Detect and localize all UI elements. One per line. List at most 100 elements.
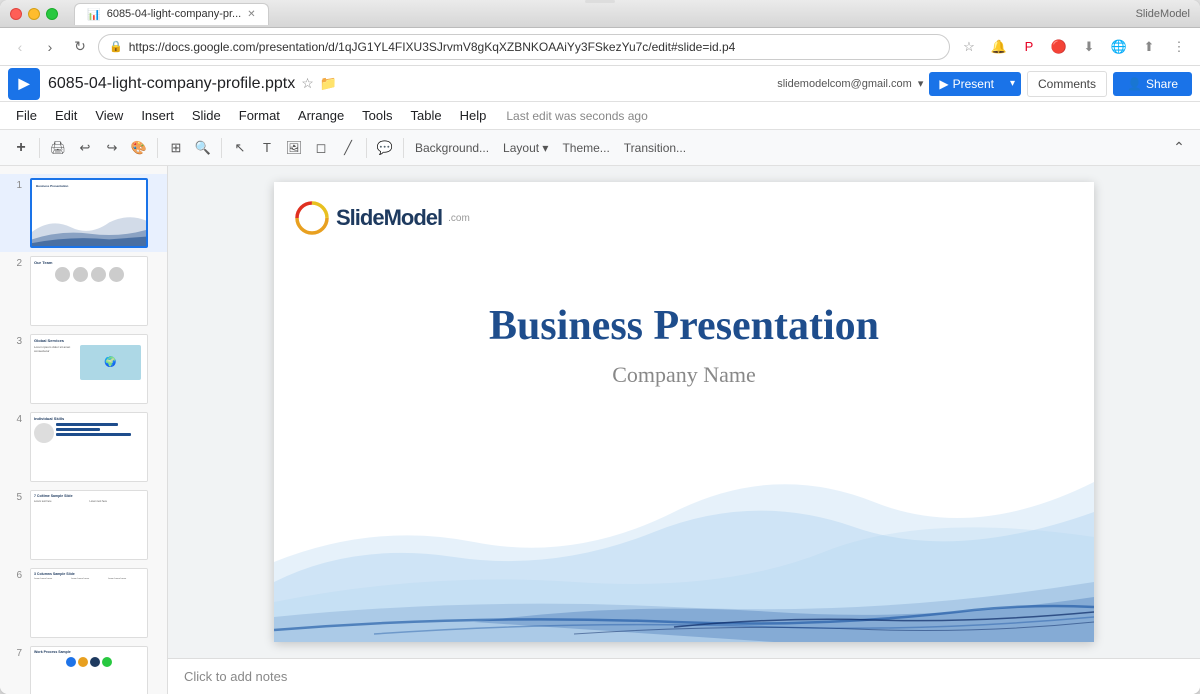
transition-button[interactable]: Transition... [618, 135, 692, 161]
present-button-group: ▶ Present ▾ [929, 72, 1021, 96]
fit-button[interactable]: ⊞ [163, 135, 189, 161]
present-label: Present [953, 77, 994, 91]
slide-item-3[interactable]: 3 Global Services Lorem ipsum dolor sit … [0, 330, 167, 408]
close-button[interactable] [10, 8, 22, 20]
slide-item-6[interactable]: 6 3 Columns Sample Slide Lorem Lorem Lor… [0, 564, 167, 642]
slide-canvas[interactable]: SlideModel.com Business Presentation Com… [274, 182, 1094, 642]
extension2-icon[interactable]: 🌐 [1106, 34, 1132, 60]
slide-number-4: 4 [8, 414, 22, 425]
toolbar: + 🖨 ↩ ↪ 🎨 ⊞ 🔍 ↖ T 🖼 ◻ ╱ 💬 Background... … [0, 130, 1200, 166]
slide-thumbnail-6[interactable]: 3 Columns Sample Slide Lorem Lorem Lorem… [30, 568, 148, 638]
title-bar: 📊 6085-04-light-company-pr... ✕ SlideMod… [0, 0, 1200, 28]
slide-item-7[interactable]: 7 Work Process Sample [0, 642, 167, 694]
slide-thumbnail-4[interactable]: Individual Skills [30, 412, 148, 482]
theme-button[interactable]: Theme... [556, 135, 615, 161]
app-logo: ▶ [8, 68, 40, 100]
star-icon[interactable]: ☆ [301, 75, 314, 92]
slide-number-1: 1 [8, 180, 22, 191]
divider-3 [221, 138, 222, 158]
canvas-area: SlideModel.com Business Presentation Com… [168, 166, 1200, 694]
url-text: https://docs.google.com/presentation/d/1… [129, 40, 939, 54]
menu-table[interactable]: Table [403, 105, 450, 126]
tab-bar: 📊 6085-04-light-company-pr... ✕ [74, 3, 1130, 25]
present-button[interactable]: ▶ Present [929, 72, 1004, 96]
slide-wave-graphic [274, 382, 1094, 642]
text-tool[interactable]: T [254, 135, 280, 161]
divider-5 [403, 138, 404, 158]
last-edit-status: Last edit was seconds ago [506, 109, 647, 123]
maximize-button[interactable] [46, 8, 58, 20]
redo-button[interactable]: ↪ [99, 135, 125, 161]
user-email: slidemodelcom@gmail.com [777, 78, 912, 90]
menu-slide[interactable]: Slide [184, 105, 229, 126]
slide-number-7: 7 [8, 648, 22, 659]
image-tool[interactable]: 🖼 [281, 135, 307, 161]
header-right-buttons: slidemodelcom@gmail.com ▾ ▶ Present ▾ Co… [777, 71, 1192, 97]
lock-icon: 🔒 [109, 40, 123, 53]
slides-panel: 1 Business Presentation 2 [0, 166, 168, 694]
menu-tools[interactable]: Tools [354, 105, 400, 126]
share-button[interactable]: 👤 Share [1113, 72, 1192, 96]
file-name: 6085-04-light-company-profile.pptx [48, 75, 295, 93]
slide-item-5[interactable]: 5 7 Coltime Sample Slide Lorem text here… [0, 486, 167, 564]
menu-help[interactable]: Help [452, 105, 495, 126]
notification-icon[interactable]: 🔔 [986, 34, 1012, 60]
add-button[interactable]: + [8, 135, 34, 161]
line-tool[interactable]: ╱ [335, 135, 361, 161]
menu-view[interactable]: View [87, 105, 131, 126]
address-bar[interactable]: 🔒 https://docs.google.com/presentation/d… [98, 34, 950, 60]
select-tool[interactable]: ↖ [227, 135, 253, 161]
slide-item-1[interactable]: 1 Business Presentation [0, 174, 167, 252]
minimize-button[interactable] [28, 8, 40, 20]
toolbar-group-print: 🖨 ↩ ↪ 🎨 [45, 135, 152, 161]
present-dropdown-button[interactable]: ▾ [1004, 72, 1021, 96]
folder-icon[interactable]: 📁 [320, 75, 337, 92]
browser-window: 📊 6085-04-light-company-pr... ✕ SlideMod… [0, 0, 1200, 694]
slidemodel-logo-icon [294, 200, 330, 236]
comment-tool[interactable]: 💬 [372, 135, 398, 161]
layout-button[interactable]: Layout ▾ [497, 135, 554, 161]
toolbar-group-tools: ↖ T 🖼 ◻ ╱ [227, 135, 361, 161]
user-caret[interactable]: ▾ [918, 77, 924, 90]
forward-button[interactable]: › [38, 35, 62, 59]
paint-format-button[interactable]: 🎨 [126, 135, 152, 161]
download-icon[interactable]: ⬇ [1076, 34, 1102, 60]
zoom-button[interactable]: 🔍 [190, 135, 216, 161]
slide-logo-area: SlideModel .com [294, 200, 470, 236]
undo-button[interactable]: ↩ [72, 135, 98, 161]
menu-edit[interactable]: Edit [47, 105, 85, 126]
comments-button[interactable]: Comments [1027, 71, 1107, 97]
slide-thumbnail-3[interactable]: Global Services Lorem ipsum dolor sit am… [30, 334, 148, 404]
background-button[interactable]: Background... [409, 135, 495, 161]
logo-com: .com [448, 213, 470, 224]
slide-item-2[interactable]: 2 Our Team [0, 252, 167, 330]
slide-thumbnail-2[interactable]: Our Team [30, 256, 148, 326]
share-label: Share [1146, 77, 1178, 91]
reload-button[interactable]: ↻ [68, 35, 92, 59]
menu-file[interactable]: File [8, 105, 45, 126]
slide-number-5: 5 [8, 492, 22, 503]
logo-text: SlideModel [336, 205, 442, 231]
pinterest-icon[interactable]: P [1016, 34, 1042, 60]
extension-icon[interactable]: 🔴 [1046, 34, 1072, 60]
print-button[interactable]: 🖨 [45, 135, 71, 161]
menu-arrange[interactable]: Arrange [290, 105, 352, 126]
menu-insert[interactable]: Insert [133, 105, 182, 126]
slide-thumbnail-7[interactable]: Work Process Sample [30, 646, 148, 694]
collapse-toolbar-button[interactable]: ⌃ [1166, 135, 1192, 161]
slide-main-title: Business Presentation [274, 302, 1094, 350]
active-tab[interactable]: 📊 6085-04-light-company-pr... ✕ [74, 3, 269, 25]
shapes-tool[interactable]: ◻ [308, 135, 334, 161]
extension3-icon[interactable]: ⬆ [1136, 34, 1162, 60]
slide-thumbnail-1[interactable]: Business Presentation [30, 178, 148, 248]
main-content: 1 Business Presentation 2 [0, 166, 1200, 694]
back-button[interactable]: ‹ [8, 35, 32, 59]
slide-thumbnail-5[interactable]: 7 Coltime Sample Slide Lorem text here L… [30, 490, 148, 560]
notes-placeholder[interactable]: Click to add notes [184, 669, 287, 684]
tab-close-icon[interactable]: ✕ [247, 9, 255, 20]
bookmark-icon[interactable]: ☆ [956, 34, 982, 60]
menu-format[interactable]: Format [231, 105, 288, 126]
settings-icon[interactable]: ⋮ [1166, 34, 1192, 60]
slide-item-4[interactable]: 4 Individual Skills [0, 408, 167, 486]
tab-favicon: 📊 [87, 8, 101, 21]
